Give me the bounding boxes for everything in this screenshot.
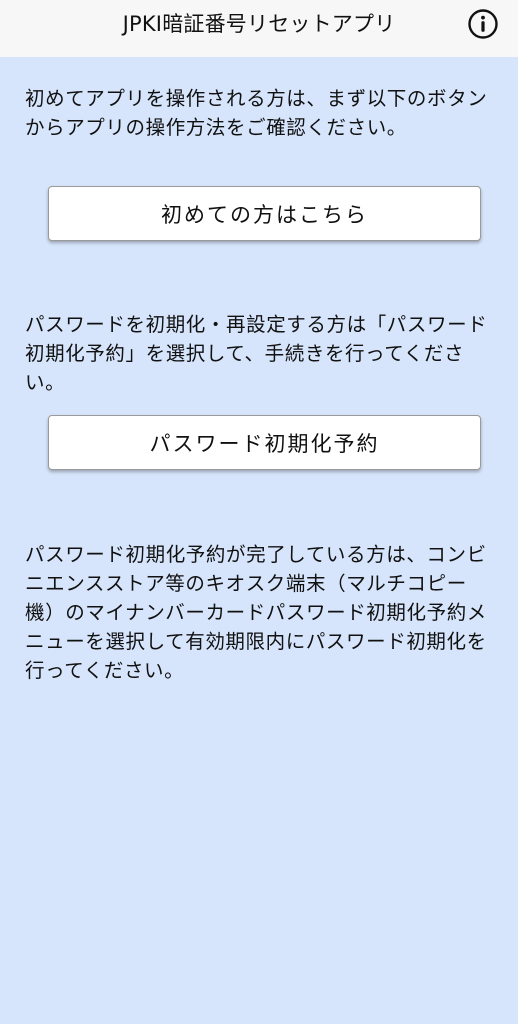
reset-instructions-text: パスワードを初期化・再設定する方は「パスワード初期化予約」を選択して、手続きを行… bbox=[25, 313, 488, 394]
app-header: JPKI暗証番号リセットアプリ bbox=[0, 0, 518, 57]
page-title: JPKI暗証番号リセットアプリ bbox=[122, 12, 396, 36]
password-reset-reservation-button[interactable]: パスワード初期化予約 bbox=[48, 415, 481, 470]
info-circle-icon bbox=[468, 9, 498, 39]
intro-text: 初めてアプリを操作される方は、まず以下のボタンからアプリの操作方法をご確認くださ… bbox=[25, 87, 488, 139]
first-time-button[interactable]: 初めての方はこちら bbox=[48, 186, 481, 241]
info-button[interactable] bbox=[467, 8, 499, 40]
kiosk-instructions-text: パスワード初期化予約が完了している方は、コンビニエンスストア等のキオスク端末（マ… bbox=[25, 543, 487, 682]
